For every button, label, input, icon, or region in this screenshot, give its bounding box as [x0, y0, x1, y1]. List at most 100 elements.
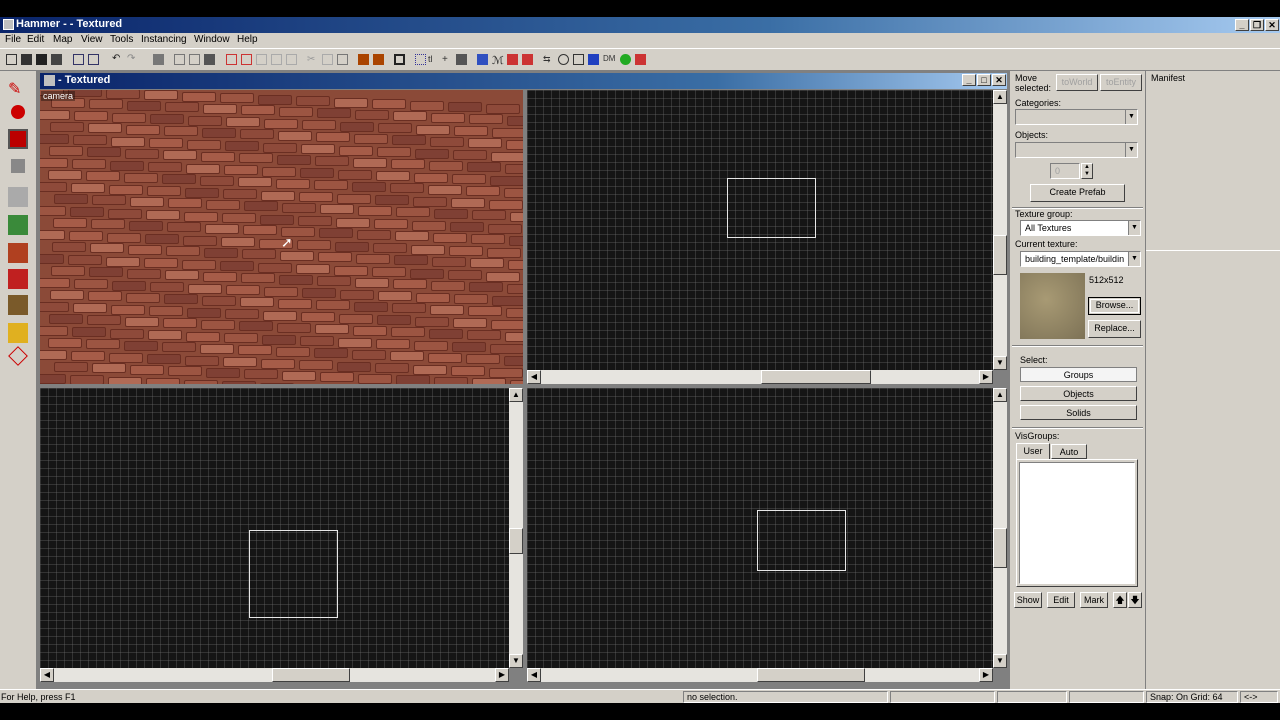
scroll-right-icon[interactable]: ▶: [495, 668, 509, 682]
groups-button[interactable]: Groups: [1020, 367, 1137, 382]
globe-icon[interactable]: [558, 54, 569, 65]
grid-dots-icon[interactable]: [51, 54, 62, 65]
select-box-icon[interactable]: [394, 54, 405, 65]
grid-3d-icon[interactable]: [573, 54, 584, 65]
visgroups-list[interactable]: [1019, 462, 1135, 584]
scroll-thumb[interactable]: [757, 668, 865, 682]
helpers-icon[interactable]: [415, 54, 426, 65]
menu-edit[interactable]: Edit: [27, 34, 44, 45]
redo-icon[interactable]: ↷: [127, 54, 138, 65]
menu-map[interactable]: Map: [53, 34, 72, 45]
app-title-bar[interactable]: Hammer - - Textured _ ❐ ✕: [0, 17, 1280, 33]
scroll-thumb[interactable]: [761, 370, 871, 384]
child-close-icon[interactable]: ✕: [992, 74, 1006, 86]
align-icon[interactable]: [241, 54, 252, 65]
copy-icon[interactable]: [73, 54, 84, 65]
tab-user[interactable]: User: [1016, 443, 1050, 459]
chevron-down-icon[interactable]: ▼: [1128, 252, 1140, 266]
carve-icon[interactable]: [153, 54, 164, 65]
child-minimize-icon[interactable]: _: [962, 74, 976, 86]
object-count-stepper[interactable]: 0: [1050, 163, 1080, 179]
brush-outline[interactable]: [727, 178, 816, 238]
selection-tool-icon[interactable]: ✎: [8, 79, 28, 99]
align-top-icon[interactable]: [286, 54, 297, 65]
camera-tool-icon[interactable]: [8, 129, 28, 149]
front-view-vscroll[interactable]: ▲ ▼: [509, 388, 523, 668]
menu-help[interactable]: Help: [237, 34, 258, 45]
transform-icon[interactable]: [226, 54, 237, 65]
snap-icon[interactable]: tl: [428, 54, 439, 65]
scroll-left-icon[interactable]: ◀: [40, 668, 54, 682]
paste-special-icon[interactable]: [337, 54, 348, 65]
side-view-2d[interactable]: [527, 388, 993, 668]
to-entity-button[interactable]: toEntity: [1100, 74, 1142, 91]
model-icon[interactable]: [456, 54, 467, 65]
scroll-thumb[interactable]: [993, 235, 1007, 275]
current-texture-dropdown[interactable]: building_template/buildin ▼: [1020, 251, 1141, 267]
scroll-down-icon[interactable]: ▼: [993, 356, 1007, 370]
arrows-icon[interactable]: ⇆: [543, 54, 554, 65]
run-map-icon[interactable]: [620, 54, 631, 65]
scroll-thumb[interactable]: [993, 528, 1007, 568]
stop-icon[interactable]: [635, 54, 646, 65]
menu-window[interactable]: Window: [194, 34, 230, 45]
scroll-up-icon[interactable]: ▲: [993, 388, 1007, 402]
scroll-up-icon[interactable]: ▲: [993, 90, 1007, 104]
texture-group-dropdown[interactable]: All Textures ▼: [1020, 220, 1141, 236]
scroll-left-icon[interactable]: ◀: [527, 370, 541, 384]
block-tool-icon[interactable]: [8, 187, 28, 207]
align-right-icon[interactable]: [271, 54, 282, 65]
top-view-vscroll[interactable]: ▲ ▼: [993, 90, 1007, 370]
restore-icon[interactable]: ❐: [1250, 19, 1264, 31]
chevron-down-icon[interactable]: ▼: [1125, 110, 1137, 124]
side-view-vscroll[interactable]: ▲ ▼: [993, 388, 1007, 668]
browse-button[interactable]: Browse...: [1088, 297, 1141, 315]
camera-viewport[interactable]: camera ➚: [40, 90, 523, 384]
top-view-2d[interactable]: [527, 90, 993, 370]
menu-instancing[interactable]: Instancing: [141, 34, 187, 45]
texture-lock-icon[interactable]: [358, 54, 369, 65]
ungroup-icon[interactable]: [189, 54, 200, 65]
minimize-icon[interactable]: _: [1235, 19, 1249, 31]
align-left-icon[interactable]: [256, 54, 267, 65]
replace-button[interactable]: Replace...: [1088, 320, 1141, 338]
scroll-down-icon[interactable]: ▼: [993, 654, 1007, 668]
solids-button[interactable]: Solids: [1020, 405, 1137, 420]
magnify-tool-icon[interactable]: [11, 105, 25, 119]
mark-button[interactable]: Mark: [1080, 592, 1108, 608]
chevron-down-icon[interactable]: ▼: [1125, 143, 1137, 157]
texture-tool-icon[interactable]: [8, 215, 28, 235]
grid-small-icon[interactable]: [21, 54, 32, 65]
objects-dropdown[interactable]: ▼: [1015, 142, 1138, 158]
apply-texture-icon[interactable]: [8, 243, 28, 263]
map-errors-icon[interactable]: [522, 54, 533, 65]
create-prefab-button[interactable]: Create Prefab: [1030, 184, 1125, 202]
brush-outline[interactable]: [249, 530, 338, 618]
tool-icon[interactable]: ℳ: [492, 54, 504, 67]
manifest-list[interactable]: [1146, 85, 1280, 251]
grid-icon[interactable]: [6, 54, 17, 65]
dm-icon[interactable]: DM: [603, 54, 615, 65]
overlay-tool-icon[interactable]: [8, 295, 28, 315]
front-view-hscroll[interactable]: ◀ ▶: [40, 668, 509, 682]
scroll-right-icon[interactable]: ▶: [979, 370, 993, 384]
map-window-title-bar[interactable]: - Textured _ □ ✕: [40, 73, 1007, 89]
cubemap-icon[interactable]: [588, 54, 599, 65]
menu-file[interactable]: File: [5, 34, 21, 45]
entity-tool-icon[interactable]: [11, 159, 25, 173]
copy-disabled-icon[interactable]: [322, 54, 333, 65]
menu-view[interactable]: View: [81, 34, 103, 45]
group-icon[interactable]: [174, 54, 185, 65]
down-arrow-icon[interactable]: 🡇: [1128, 592, 1142, 608]
scroll-thumb[interactable]: [509, 528, 523, 554]
paste-icon[interactable]: [88, 54, 99, 65]
scroll-down-icon[interactable]: ▼: [509, 654, 523, 668]
clip-tool-icon[interactable]: [8, 323, 28, 343]
close-icon[interactable]: ✕: [1265, 19, 1279, 31]
chevron-down-icon[interactable]: ▼: [1128, 221, 1140, 235]
vertex-tool-icon[interactable]: [8, 346, 28, 366]
texture-scale-lock-icon[interactable]: [373, 54, 384, 65]
scroll-left-icon[interactable]: ◀: [527, 668, 541, 682]
tab-auto[interactable]: Auto: [1051, 444, 1087, 459]
stepper-arrows-icon[interactable]: ▲ ▼: [1081, 163, 1093, 179]
